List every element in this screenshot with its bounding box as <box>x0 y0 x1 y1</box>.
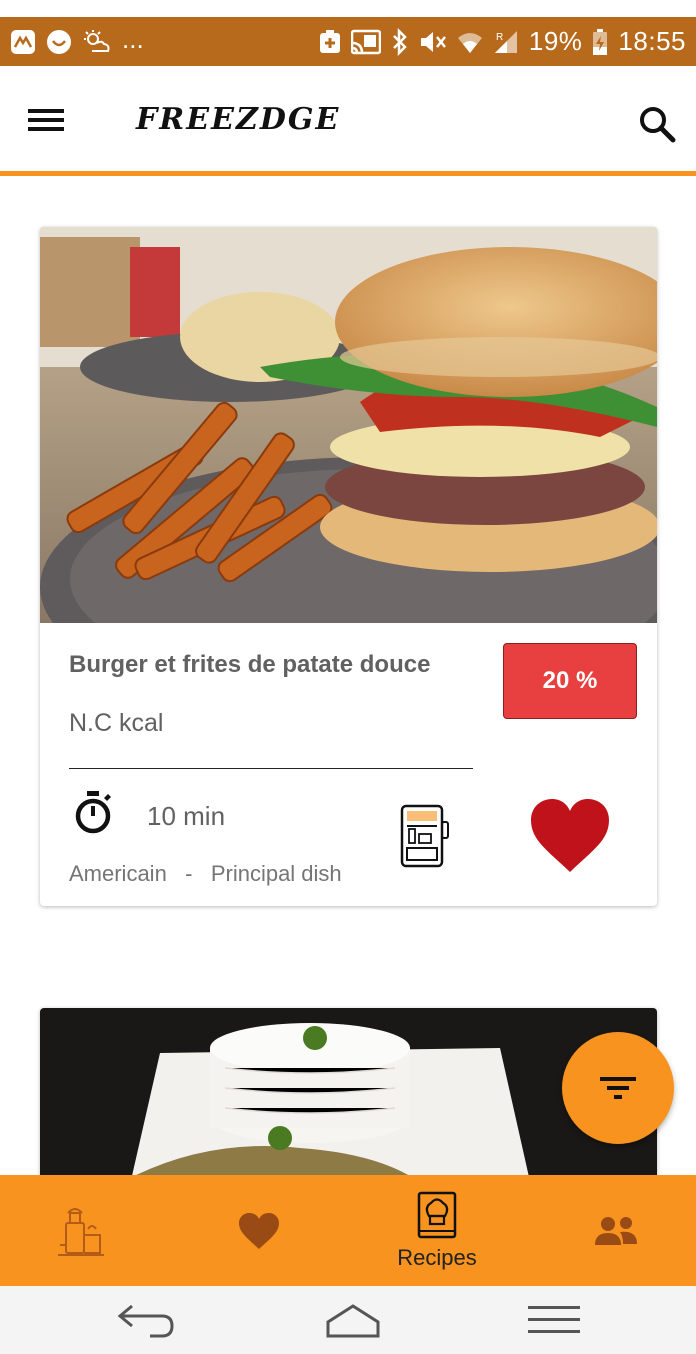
search-icon <box>640 107 676 143</box>
category-tag: Principal dish <box>210 861 342 886</box>
search-button[interactable] <box>636 104 678 146</box>
hamburger-icon <box>28 109 64 131</box>
notification-icons: ... <box>10 23 144 55</box>
recipe-card[interactable]: Burger et frites de patate douce N.C kca… <box>40 227 657 906</box>
svg-text:R: R <box>496 32 503 43</box>
recipe-list[interactable]: Burger et frites de patate douce N.C kca… <box>0 176 696 1175</box>
cast-icon <box>350 29 381 55</box>
prep-time: 10 min <box>147 801 226 831</box>
nav-item-recipes[interactable]: Recipes <box>370 1175 504 1286</box>
recipe-image-burger <box>40 227 657 623</box>
battery-percentage: 19% <box>528 26 583 56</box>
wifi-icon <box>457 29 483 55</box>
status-bar: ... R 19% 18:55 <box>0 17 696 66</box>
tag-separator: - <box>185 861 193 886</box>
filter-icon <box>600 1077 636 1099</box>
match-percentage-badge: 20 % <box>503 643 637 719</box>
nav-item-fridge[interactable] <box>40 1175 130 1286</box>
signal-icon: R <box>493 29 519 55</box>
more-notifications-dots: ... <box>122 23 144 54</box>
filter-fab-button[interactable] <box>562 1032 674 1144</box>
hamburger-menu-button[interactable] <box>24 102 68 136</box>
recipe-tags: Americain - Principal dish <box>69 861 342 887</box>
nav-item-community[interactable] <box>572 1175 662 1286</box>
nav-item-favorites[interactable] <box>214 1175 304 1286</box>
app-title: FREEZDGE <box>136 102 341 137</box>
cuisine-tag: Americain <box>69 861 167 886</box>
bluetooth-icon <box>391 27 409 56</box>
app-bar: FREEZDGE <box>0 66 696 171</box>
system-navigation-bar <box>0 1286 696 1354</box>
chat-notification-icon <box>46 29 72 55</box>
people-icon <box>595 1217 637 1245</box>
favorite-heart-button[interactable] <box>529 798 611 874</box>
mute-icon <box>419 29 447 55</box>
recipe-book-icon <box>417 1191 457 1239</box>
stopwatch-icon <box>75 791 111 834</box>
weather-icon <box>82 29 112 55</box>
heart-icon <box>239 1213 279 1249</box>
home-button[interactable] <box>324 1300 382 1340</box>
app-notification-icon <box>10 29 36 55</box>
battery-charging-icon <box>592 28 608 56</box>
clock: 18:55 <box>618 26 686 56</box>
nav-label-recipes: Recipes <box>397 1245 477 1270</box>
top-strip <box>0 0 696 17</box>
recent-apps-button[interactable] <box>526 1300 582 1340</box>
back-button[interactable] <box>114 1300 178 1340</box>
recipe-kcal: N.C kcal <box>69 709 164 737</box>
battery-saver-icon <box>319 29 341 55</box>
fridge-ingredients-icon <box>58 1208 104 1256</box>
card-divider <box>69 768 473 769</box>
bottom-navigation: Recipes <box>0 1175 696 1286</box>
system-icons: R 19% 18:55 <box>319 26 686 57</box>
recipe-title: Burger et frites de patate douce <box>69 651 431 678</box>
fridge-icon[interactable] <box>399 804 451 868</box>
